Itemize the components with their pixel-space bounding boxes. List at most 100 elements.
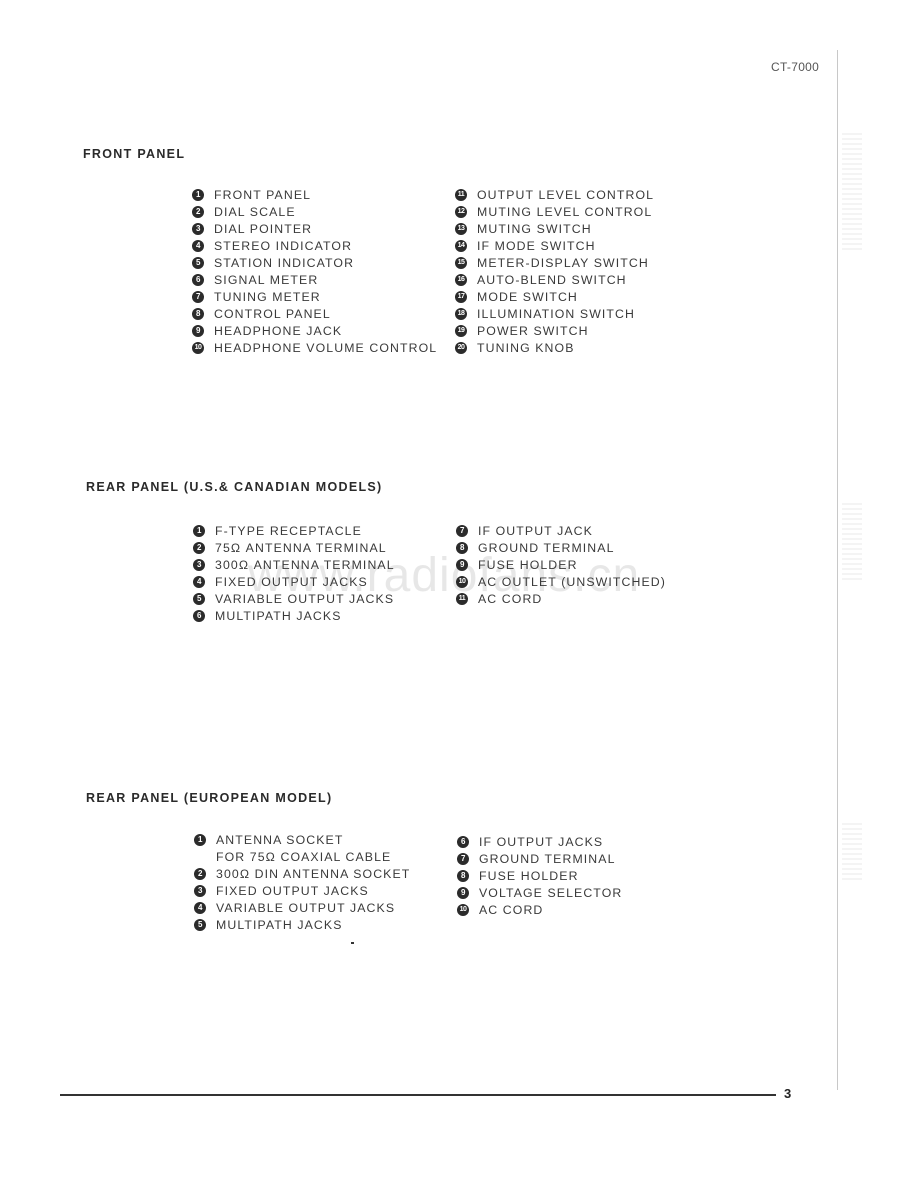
circled-number-icon: 18: [455, 307, 467, 320]
list-item: 4 FIXED OUTPUT JACKS: [193, 573, 395, 590]
scan-speckle: [842, 500, 862, 580]
list-item: 9 FUSE HOLDER: [456, 556, 666, 573]
list-item: 7 TUNING METER: [192, 288, 437, 305]
list-item: 10 AC OUTLET (UNSWITCHED): [456, 573, 666, 590]
circled-number-icon: 6: [192, 273, 204, 286]
list-item: 2 DIAL SCALE: [192, 203, 437, 220]
item-label: GROUND TERMINAL: [478, 540, 615, 555]
item-label: TUNING METER: [214, 289, 321, 304]
item-label: VARIABLE OUTPUT JACKS: [216, 900, 396, 915]
list-item: FOR 75Ω COAXIAL CABLE: [194, 848, 410, 865]
item-label: STEREO INDICATOR: [214, 238, 353, 253]
list-item: 5 VARIABLE OUTPUT JACKS: [193, 590, 395, 607]
list-item: 3 300Ω ANTENNA TERMINAL: [193, 556, 395, 573]
list-item: 4 VARIABLE OUTPUT JACKS: [194, 899, 410, 916]
circled-number-icon: 13: [455, 222, 467, 235]
circled-number-icon: 2: [194, 867, 206, 880]
item-label: STATION INDICATOR: [214, 255, 355, 270]
rear-panel-eu-list-right: 6 IF OUTPUT JACKS 7 GROUND TERMINAL 8 FUSE HO…: [457, 833, 622, 918]
item-label: HEADPHONE VOLUME CONTROL: [214, 340, 438, 355]
list-item: 3 DIAL POINTER: [192, 220, 437, 237]
circled-number-icon: 8: [192, 307, 204, 320]
circled-number-icon: 9: [456, 558, 468, 571]
item-label: 300Ω ANTENNA TERMINAL: [215, 557, 395, 572]
item-label: AUTO-BLEND SWITCH: [477, 272, 627, 287]
list-item: 10 AC CORD: [457, 901, 622, 918]
list-item: 12 MUTING LEVEL CONTROL: [455, 203, 654, 220]
circled-number-icon: 6: [193, 609, 205, 622]
list-item: 6 MULTIPATH JACKS: [193, 607, 395, 624]
item-label: FUSE HOLDER: [479, 868, 579, 883]
item-label: IF OUTPUT JACKS: [479, 834, 604, 849]
circled-number-icon: 11: [456, 592, 468, 605]
item-label: VARIABLE OUTPUT JACKS: [215, 591, 395, 606]
list-item: 18 ILLUMINATION SWITCH: [455, 305, 654, 322]
page-number: 3: [784, 1086, 792, 1101]
list-item: 11 OUTPUT LEVEL CONTROL: [455, 186, 654, 203]
item-label: 300Ω DIN ANTENNA SOCKET: [216, 866, 411, 881]
circled-number-icon: 10: [192, 341, 204, 354]
circled-number-icon: 4: [194, 901, 206, 914]
rear-panel-us-list-right: 7 IF OUTPUT JACK 8 GROUND TERMINAL 9 FUSE HOL…: [456, 522, 666, 607]
list-item: 20 TUNING KNOB: [455, 339, 654, 356]
circled-number-icon: 14: [455, 239, 467, 252]
circled-number-icon: 10: [457, 903, 469, 916]
list-item: 5 MULTIPATH JACKS: [194, 916, 410, 933]
item-label: GROUND TERMINAL: [479, 851, 616, 866]
item-label: FIXED OUTPUT JACKS: [216, 883, 369, 898]
section-title-rear-panel-us: REAR PANEL (U.S.& CANADIAN MODELS): [86, 480, 383, 494]
circled-number-icon: 16: [455, 273, 467, 286]
item-label: IF MODE SWITCH: [477, 238, 596, 253]
circled-number-icon: 9: [457, 886, 469, 899]
scan-speckle: [842, 820, 862, 880]
list-item: 11 AC CORD: [456, 590, 666, 607]
item-label: FRONT PANEL: [214, 187, 312, 202]
item-label: VOLTAGE SELECTOR: [479, 885, 623, 900]
list-item: 1 ANTENNA SOCKET: [194, 831, 410, 848]
page-edge-line: [837, 50, 838, 1090]
list-item: 9 VOLTAGE SELECTOR: [457, 884, 622, 901]
item-label: AC CORD: [478, 591, 543, 606]
item-label: MULTIPATH JACKS: [216, 917, 343, 932]
item-label: F-TYPE RECEPTACLE: [215, 523, 362, 538]
item-label: SIGNAL METER: [214, 272, 319, 287]
circled-number-icon: 3: [193, 558, 205, 571]
circled-number-icon: 7: [457, 852, 469, 865]
list-item: 14 IF MODE SWITCH: [455, 237, 654, 254]
list-item: 17 MODE SWITCH: [455, 288, 654, 305]
item-label: AC CORD: [479, 902, 544, 917]
item-label: HEADPHONE JACK: [214, 323, 343, 338]
circled-number-icon: 5: [192, 256, 204, 269]
front-panel-list-left: 1 FRONT PANEL 2 DIAL SCALE 3 DIAL POINTER 4 STE…: [192, 186, 437, 356]
circled-number-icon: 20: [455, 341, 467, 354]
rear-panel-us-list-left: 1 F-TYPE RECEPTACLE 2 75Ω ANTENNA TERMINAL 3…: [193, 522, 395, 624]
circled-number-icon: 10: [456, 575, 468, 588]
circled-number-icon: 2: [192, 205, 204, 218]
item-label: FUSE HOLDER: [478, 557, 578, 572]
circled-number-icon: 1: [192, 188, 204, 201]
item-label: POWER SWITCH: [477, 323, 589, 338]
list-item: 8 FUSE HOLDER: [457, 867, 622, 884]
item-label: TUNING KNOB: [477, 340, 575, 355]
item-label: ANTENNA SOCKET: [216, 832, 344, 847]
list-item: 7 IF OUTPUT JACK: [456, 522, 666, 539]
circled-number-icon: 4: [192, 239, 204, 252]
circled-number-icon: 3: [192, 222, 204, 235]
item-label: IF OUTPUT JACK: [478, 523, 593, 538]
front-panel-list-right: 11 OUTPUT LEVEL CONTROL 12 MUTING LEVEL CON…: [455, 186, 654, 356]
item-label: FIXED OUTPUT JACKS: [215, 574, 368, 589]
circled-number-icon: 8: [457, 869, 469, 882]
scan-speckle: [842, 130, 862, 250]
list-item: 6 IF OUTPUT JACKS: [457, 833, 622, 850]
item-label: MUTING SWITCH: [477, 221, 592, 236]
circled-number-icon: 3: [194, 884, 206, 897]
item-label: 75Ω ANTENNA TERMINAL: [215, 540, 387, 555]
circled-number-icon: 7: [192, 290, 204, 303]
circled-number-icon: 17: [455, 290, 467, 303]
list-item: 4 STEREO INDICATOR: [192, 237, 437, 254]
circled-number-icon: 5: [194, 918, 206, 931]
circled-number-icon: 11: [455, 188, 467, 201]
item-label: CONTROL PANEL: [214, 306, 331, 321]
list-item: 15 METER-DISPLAY SWITCH: [455, 254, 654, 271]
list-item: 1 FRONT PANEL: [192, 186, 437, 203]
